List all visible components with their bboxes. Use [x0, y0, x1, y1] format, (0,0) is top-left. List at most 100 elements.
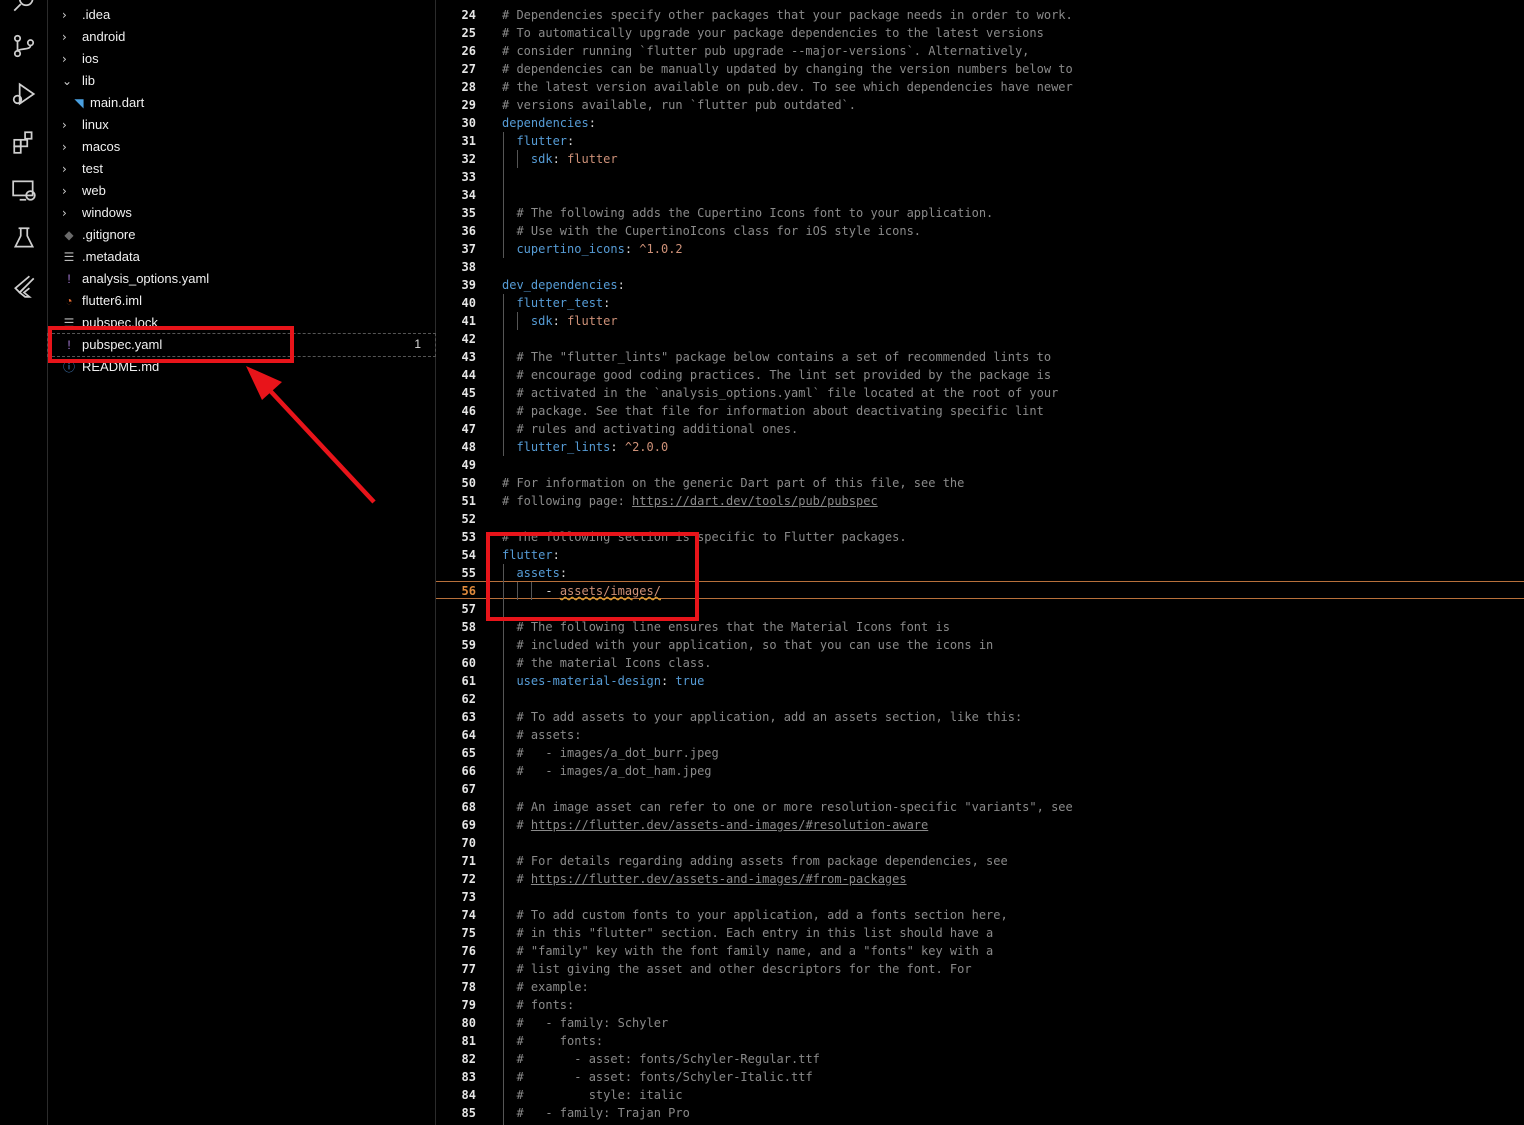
code-line[interactable]: 26 # consider running `flutter pub upgrad…: [436, 42, 1524, 60]
tree-item-flutter6-iml[interactable]: ◔ flutter6.iml: [48, 290, 435, 312]
remote-explorer-icon[interactable]: [8, 174, 40, 206]
code-line[interactable]: 40 flutter_test:: [436, 294, 1524, 312]
chevron-right-icon[interactable]: ›: [62, 117, 74, 133]
code-line[interactable]: 37 cupertino_icons: ^1.0.2: [436, 240, 1524, 258]
code-line[interactable]: 65 # - images/a_dot_burr.jpeg: [436, 744, 1524, 762]
flutter-icon[interactable]: [8, 270, 40, 302]
code-line[interactable]: 60 # the material Icons class.: [436, 654, 1524, 672]
tree-item-android[interactable]: › android: [48, 26, 435, 48]
code-line[interactable]: 49: [436, 456, 1524, 474]
line-number: 71: [461, 854, 476, 868]
tree-item-analysis-options-yaml[interactable]: ! analysis_options.yaml: [48, 268, 435, 290]
problem-count-badge: 1: [414, 337, 421, 351]
code-line[interactable]: 62: [436, 690, 1524, 708]
code-line[interactable]: 76 # "family" key with the font family n…: [436, 942, 1524, 960]
code-line[interactable]: 44 # encourage good coding practices. Th…: [436, 366, 1524, 384]
code-line[interactable]: 83 # - asset: fonts/Schyler-Italic.ttf: [436, 1068, 1524, 1086]
chevron-right-icon[interactable]: ›: [62, 161, 74, 177]
code-line[interactable]: 68 # An image asset can refer to one or …: [436, 798, 1524, 816]
code-text: # the material Icons class.: [516, 656, 712, 670]
code-line[interactable]: 79 # fonts:: [436, 996, 1524, 1014]
code-line[interactable]: 75 # in this "flutter" section. Each ent…: [436, 924, 1524, 942]
code-line[interactable]: 24 # Dependencies specify other packages …: [436, 6, 1524, 24]
tree-item-idea[interactable]: › .idea: [48, 4, 435, 26]
code-text: # fonts:: [516, 998, 575, 1012]
tree-item-ios[interactable]: › ios: [48, 48, 435, 70]
line-number: 34: [461, 188, 476, 202]
chevron-right-icon[interactable]: ›: [62, 7, 74, 23]
code-line[interactable]: 38: [436, 258, 1524, 276]
code-line[interactable]: 29 # versions available, run `flutter pub…: [436, 96, 1524, 114]
code-line[interactable]: 34: [436, 186, 1524, 204]
code-line[interactable]: 77 # list giving the asset and other des…: [436, 960, 1524, 978]
line-number: 54: [461, 548, 476, 562]
tree-item-test[interactable]: › test: [48, 158, 435, 180]
code-line[interactable]: 61 uses-material-design: true: [436, 672, 1524, 690]
code-line[interactable]: 50 # For information on the generic Dart …: [436, 474, 1524, 492]
code-line[interactable]: 80 # - family: Schyler: [436, 1014, 1524, 1032]
code-line[interactable]: 74 # To add custom fonts to your applica…: [436, 906, 1524, 924]
tree-item-lib[interactable]: ⌄ lib: [48, 70, 435, 92]
chevron-right-icon[interactable]: ›: [62, 139, 74, 155]
chevron-down-icon[interactable]: ⌄: [62, 73, 74, 89]
code-line[interactable]: 32 sdk: flutter: [436, 150, 1524, 168]
code-line[interactable]: 67: [436, 780, 1524, 798]
code-line[interactable]: 71 # For details regarding adding assets…: [436, 852, 1524, 870]
code-text: # The "flutter_lints" package below cont…: [516, 350, 1052, 364]
code-line[interactable]: 33: [436, 168, 1524, 186]
chevron-right-icon[interactable]: ›: [62, 29, 74, 45]
code-text: # The following adds the Cupertino Icons…: [516, 206, 994, 220]
run-debug-icon[interactable]: [8, 78, 40, 110]
code-line[interactable]: 70: [436, 834, 1524, 852]
code-line[interactable]: 35 # The following adds the Cupertino Ic…: [436, 204, 1524, 222]
search-icon[interactable]: [8, 0, 40, 18]
tree-item-metadata[interactable]: ☰ .metadata: [48, 246, 435, 268]
code-line[interactable]: 45 # activated in the `analysis_options.…: [436, 384, 1524, 402]
code-line[interactable]: 85 # - family: Trajan Pro: [436, 1104, 1524, 1122]
code-line[interactable]: 47 # rules and activating additional one…: [436, 420, 1524, 438]
code-line[interactable]: 73: [436, 888, 1524, 906]
source-control-icon[interactable]: [8, 30, 40, 62]
code-line[interactable]: 39 dev_dependencies:: [436, 276, 1524, 294]
tree-item-web[interactable]: › web: [48, 180, 435, 202]
code-line[interactable]: 52: [436, 510, 1524, 528]
code-text: uses-material-design: true: [516, 674, 705, 688]
code-line[interactable]: 43 # The "flutter_lints" package below c…: [436, 348, 1524, 366]
code-text: # - asset: fonts/Schyler-Regular.ttf: [516, 1052, 820, 1066]
code-line[interactable]: 31 flutter:: [436, 132, 1524, 150]
code-line[interactable]: 28 # the latest version available on pub.…: [436, 78, 1524, 96]
code-line[interactable]: 72 # https://flutter.dev/assets-and-imag…: [436, 870, 1524, 888]
code-line[interactable]: 27 # dependencies can be manually updated…: [436, 60, 1524, 78]
chevron-right-icon[interactable]: ›: [62, 205, 74, 221]
code-text: # activated in the `analysis_options.yam…: [516, 386, 1059, 400]
code-line[interactable]: 69 # https://flutter.dev/assets-and-imag…: [436, 816, 1524, 834]
code-line[interactable]: 30 dependencies:: [436, 114, 1524, 132]
code-line[interactable]: 78 # example:: [436, 978, 1524, 996]
code-line[interactable]: 36 # Use with the CupertinoIcons class f…: [436, 222, 1524, 240]
code-line[interactable]: 66 # - images/a_dot_ham.jpeg: [436, 762, 1524, 780]
code-line[interactable]: 48 flutter_lints: ^2.0.0: [436, 438, 1524, 456]
extensions-icon[interactable]: [8, 126, 40, 158]
tree-item-gitignore[interactable]: ◆ .gitignore: [48, 224, 435, 246]
code-line[interactable]: 84 # style: italic: [436, 1086, 1524, 1104]
code-line[interactable]: 59 # included with your application, so …: [436, 636, 1524, 654]
tree-item-windows[interactable]: › windows: [48, 202, 435, 224]
tree-item-macos[interactable]: › macos: [48, 136, 435, 158]
code-line[interactable]: 25 # To automatically upgrade your packag…: [436, 24, 1524, 42]
code-line[interactable]: 82 # - asset: fonts/Schyler-Regular.ttf: [436, 1050, 1524, 1068]
tree-item-main-dart[interactable]: ◥ main.dart: [48, 92, 435, 114]
code-line[interactable]: 46 # package. See that file for informat…: [436, 402, 1524, 420]
indent-guide: [517, 150, 518, 168]
code-line[interactable]: 81 # fonts:: [436, 1032, 1524, 1050]
code-line[interactable]: 51 # following page: https://dart.dev/too…: [436, 492, 1524, 510]
code-line[interactable]: 42: [436, 330, 1524, 348]
code-line[interactable]: 63 # To add assets to your application, …: [436, 708, 1524, 726]
chevron-right-icon[interactable]: ›: [62, 51, 74, 67]
code-line[interactable]: 64 # assets:: [436, 726, 1524, 744]
line-number: 61: [461, 674, 476, 688]
chevron-right-icon[interactable]: ›: [62, 183, 74, 199]
tree-item-linux[interactable]: › linux: [48, 114, 435, 136]
testing-icon[interactable]: [8, 222, 40, 254]
code-line[interactable]: 41 sdk: flutter: [436, 312, 1524, 330]
tree-item-label: linux: [82, 117, 109, 132]
